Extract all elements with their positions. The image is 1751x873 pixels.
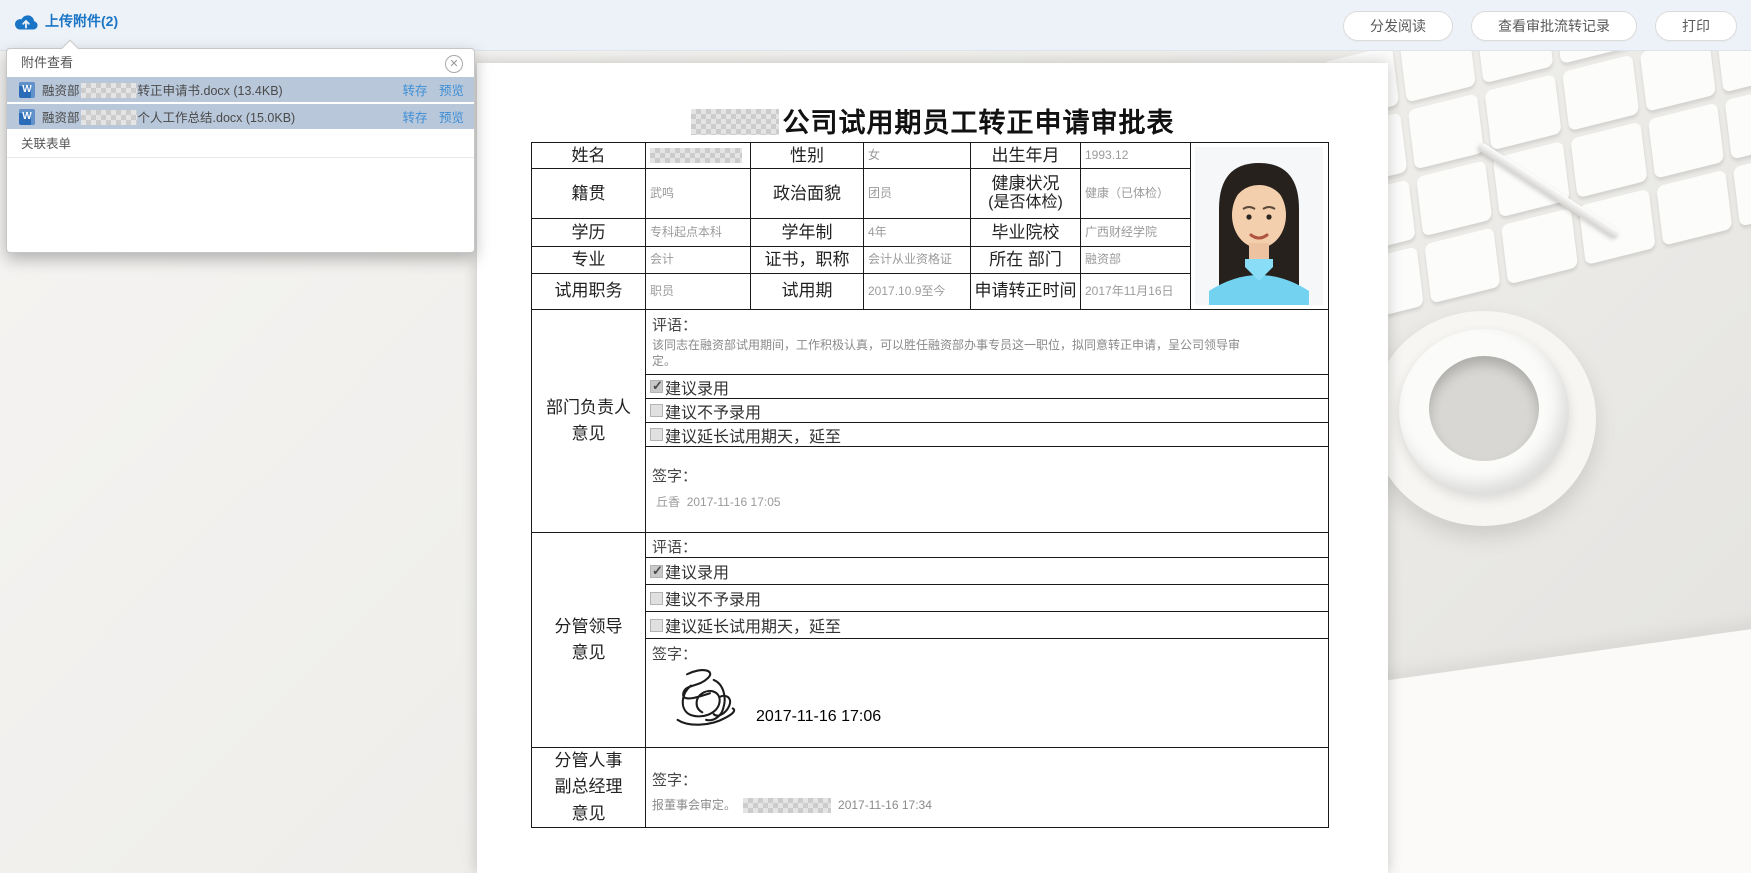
approval-form-table: 姓名 性别 女 出生年月 1993.12 <box>531 142 1329 828</box>
redacted-name <box>650 148 742 163</box>
name-value <box>646 143 751 169</box>
dept-head-sign-block: 签字： 丘香 2017-11-16 17:05 <box>646 447 1328 531</box>
political-label: 政治面貌 <box>751 169 864 219</box>
related-forms-label: 关联表单 <box>7 131 474 158</box>
school-label: 毕业院校 <box>971 219 1081 246</box>
option-recommend-no-hire: 建议不予录用 <box>646 399 1328 423</box>
redacted-file-name-part <box>81 110 137 125</box>
gender-label: 性别 <box>751 143 864 169</box>
birth-value: 1993.12 <box>1081 143 1191 169</box>
upload-attachments-label: 上传附件(2) <box>45 11 118 31</box>
popup-title: 附件查看 <box>7 49 474 77</box>
dept-label: 所在 部门 <box>971 246 1081 273</box>
position-value: 职员 <box>646 273 751 309</box>
distribute-read-button[interactable]: 分发阅读 <box>1343 11 1453 41</box>
hr-vp-section-label: 分管人事 副总经理 意见 <box>532 748 646 828</box>
political-value: 团员 <box>864 169 971 219</box>
leader-sign-block: 签字： 2017-11-16 <box>646 639 1328 747</box>
hr-vp-sign-block: 签字： 报董事会审定。2017-11-16 17:34 <box>646 759 1328 817</box>
document-page: 公司试用期员工转正申请审批表 姓名 性别 女 出生年月 1993.12 <box>477 63 1388 873</box>
option-recommend-no-hire: 建议不予录用 <box>646 585 1328 612</box>
toolbar-buttons: 分发阅读 查看审批流转记录 打印 <box>1343 11 1737 41</box>
leader-section-content: 评语： 建议录用 建议不予录用 建议延长试用期天，延至 签字： <box>646 533 1329 748</box>
name-label: 姓名 <box>532 143 646 169</box>
dept-value: 融资部 <box>1081 246 1191 273</box>
position-label: 试用职务 <box>532 273 646 309</box>
hr-vp-signature: 报董事会审定。2017-11-16 17:34 <box>652 796 1322 813</box>
view-approval-log-button[interactable]: 查看审批流转记录 <box>1471 11 1637 41</box>
native-label: 籍贯 <box>532 169 646 219</box>
photo-cell <box>1191 143 1329 310</box>
save-link[interactable]: 转存 <box>402 84 427 98</box>
dept-head-section-content: 评语： 该同志在融资部试用期间，工作积极认真，可以胜任融资部办事专员这一职位，拟… <box>646 310 1329 533</box>
health-value: 健康（已体检） <box>1081 169 1191 219</box>
native-value: 武鸣 <box>646 169 751 219</box>
redacted-file-name-part <box>81 83 137 98</box>
apply-label: 申请转正时间 <box>971 273 1081 309</box>
apply-value: 2017年11月16日 <box>1081 273 1191 309</box>
leader-comment-label: 评语： <box>646 533 1328 558</box>
top-toolbar: 上传附件(2) 分发阅读 查看审批流转记录 打印 <box>0 0 1751 51</box>
save-link[interactable]: 转存 <box>402 111 427 125</box>
checkbox-checked-icon <box>650 380 663 393</box>
paper-image <box>1344 622 1751 873</box>
checkbox-checked-icon <box>650 565 663 578</box>
leader-sign-time: 2017-11-16 17:06 <box>756 708 881 726</box>
checkbox-unchecked-icon <box>650 592 663 605</box>
app-window: 公司试用期员工转正申请审批表 姓名 性别 女 出生年月 1993.12 <box>0 0 1751 873</box>
attachment-row[interactable]: 融资部个人工作总结.docx (15.0KB) 转存 预览 <box>7 104 474 129</box>
major-value: 会计 <box>646 246 751 273</box>
upload-attachments-link[interactable]: 上传附件(2) <box>14 11 118 31</box>
option-recommend-hire: 建议录用 <box>646 558 1328 585</box>
redacted-signer-name <box>743 798 831 813</box>
employee-photo <box>1195 147 1323 305</box>
checkbox-unchecked-icon <box>650 404 663 417</box>
attachment-viewer-popup: 附件查看 融资部转正申请书.docx (13.4KB) 转存 预览 融资部个人工… <box>6 48 475 253</box>
print-button[interactable]: 打印 <box>1655 11 1737 41</box>
years-value: 4年 <box>864 219 971 246</box>
edu-label: 学历 <box>532 219 646 246</box>
cert-value: 会计从业资格证 <box>864 246 971 273</box>
word-file-icon <box>19 82 35 98</box>
gender-value: 女 <box>864 143 971 169</box>
health-label: 健康状况 (是否体检) <box>971 169 1081 219</box>
leader-section-label: 分管领导 意见 <box>532 533 646 748</box>
preview-link[interactable]: 预览 <box>439 111 464 125</box>
cert-label: 证书，职称 <box>751 246 864 273</box>
file-name: 融资部个人工作总结.docx (15.0KB) <box>42 107 295 126</box>
attachment-row[interactable]: 融资部转正申请书.docx (13.4KB) 转存 预览 <box>7 77 474 102</box>
hr-vp-section-content: 签字： 报董事会审定。2017-11-16 17:34 <box>646 748 1329 828</box>
document-title-text: 公司试用期员工转正申请审批表 <box>783 108 1175 138</box>
option-extend-probation: 建议延长试用期天，延至 <box>646 423 1328 447</box>
school-value: 广西财经学院 <box>1081 219 1191 246</box>
file-name: 融资部转正申请书.docx (13.4KB) <box>42 80 283 99</box>
word-file-icon <box>19 109 35 125</box>
dept-head-signature: 丘香 2017-11-16 17:05 <box>656 493 1322 510</box>
years-label: 学年制 <box>751 219 864 246</box>
dept-head-comment: 评语： 该同志在融资部试用期间，工作积极认真，可以胜任融资部办事专员这一职位，拟… <box>646 311 1328 375</box>
handwritten-signature <box>670 664 746 732</box>
document-title: 公司试用期员工转正申请审批表 <box>477 101 1388 140</box>
checkbox-unchecked-icon <box>650 619 663 632</box>
period-value: 2017.10.9至今 <box>864 273 971 309</box>
birth-label: 出生年月 <box>971 143 1081 169</box>
period-label: 试用期 <box>751 273 864 309</box>
preview-link[interactable]: 预览 <box>439 84 464 98</box>
coffee-cup-inner <box>1429 356 1539 461</box>
edu-value: 专科起点本科 <box>646 219 751 246</box>
dept-head-section-label: 部门负责人 意见 <box>532 310 646 533</box>
close-icon[interactable] <box>445 55 463 73</box>
cloud-upload-icon <box>14 13 38 30</box>
option-extend-probation: 建议延长试用期天，延至 <box>646 612 1328 639</box>
redacted-company-name <box>691 109 779 135</box>
major-label: 专业 <box>532 246 646 273</box>
option-recommend-hire: 建议录用 <box>646 375 1328 399</box>
checkbox-unchecked-icon <box>650 428 663 441</box>
